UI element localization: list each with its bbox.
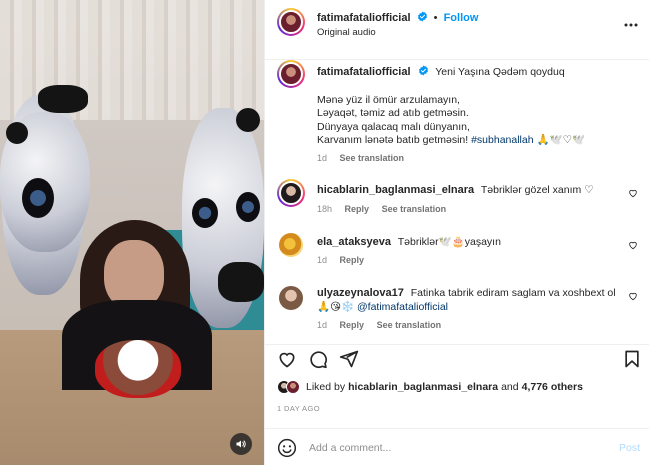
comment-meta: 18h Reply See translation <box>317 204 456 214</box>
comment-username[interactable]: hicablarin_baglanmasi_elnara <box>317 184 474 196</box>
panda-paw-right <box>218 262 264 302</box>
header-name-row: fatimafataliofficial • Follow <box>317 11 478 24</box>
post-comment-button[interactable]: Post <box>619 442 640 454</box>
comment-text: Təbriklər gözel xanım ♡ <box>480 184 594 196</box>
emoji-icon[interactable] <box>277 438 297 458</box>
comment-see-translation[interactable]: See translation <box>382 204 447 214</box>
post-header: fatimafataliofficial • Follow Original a… <box>265 0 649 60</box>
panda-bow <box>38 85 88 113</box>
comment-avatar[interactable] <box>277 179 305 207</box>
original-audio-link[interactable]: Original audio <box>317 27 376 38</box>
comment-like-heart-icon[interactable] <box>628 188 638 198</box>
post-video[interactable] <box>0 0 264 465</box>
mention-link[interactable]: @fatimafataliofficial <box>357 301 448 313</box>
comment-meta: 1d Reply See translation <box>317 320 451 330</box>
comment-text: Təbriklər🕊️🎂yaşayın <box>397 236 501 248</box>
caption-line-4: Karvanım lənətə batıb getməsin! <box>317 134 469 146</box>
author-avatar[interactable] <box>277 8 305 36</box>
comment-username[interactable]: ela_ataksyeva <box>317 236 391 248</box>
bookmark-icon[interactable] <box>622 349 642 369</box>
caption-text: fatimafataliofficial Yeni Yaşına Qədəm q… <box>317 65 610 148</box>
liker-avatar <box>286 380 300 394</box>
post-timestamp[interactable]: 1 DAY AGO <box>277 404 320 413</box>
comment-avatar[interactable] <box>279 286 303 310</box>
caption-title: Yeni Yaşına Qədəm qoyduq <box>435 66 565 78</box>
mute-button[interactable] <box>230 433 252 455</box>
caption-line-3: Dünyaya qalacaq malı dünyanın, <box>317 120 470 133</box>
comment-meta: 1d Reply <box>317 255 374 265</box>
caption-line-4-row: Karvanım lənətə batıb getməsin! #subhana… <box>317 134 610 148</box>
comment-age[interactable]: 18h <box>317 204 332 214</box>
author-username[interactable]: fatimafataliofficial <box>317 12 411 24</box>
action-bar <box>265 344 649 372</box>
post-details-panel: fatimafataliofficial • Follow Original a… <box>264 0 649 465</box>
comment-username[interactable]: ulyazeynalova17 <box>317 287 404 299</box>
panda-ear-right <box>236 108 260 132</box>
verified-icon <box>417 11 427 22</box>
comment-text-block: ulyazeynalova17 Fatinka tabrik ediram sa… <box>317 287 616 314</box>
share-icon[interactable] <box>339 349 359 369</box>
panda-eye-left <box>22 178 54 218</box>
likes-prefix: Liked by <box>306 381 346 393</box>
likes-summary: Liked by hicablarin_baglanmasi_elnara an… <box>277 378 583 396</box>
comment-text-row: hicablarin_baglanmasi_elnara Təbriklər g… <box>317 184 610 198</box>
comment-like-heart-icon[interactable] <box>628 291 638 301</box>
likes-and: and <box>501 381 519 393</box>
add-comment-input[interactable] <box>309 439 589 457</box>
comment-reply-button[interactable]: Reply <box>345 204 370 214</box>
comment-composer: Post <box>265 428 649 465</box>
follow-button[interactable]: Follow <box>444 12 479 24</box>
caption-age[interactable]: 1d <box>317 153 327 163</box>
birthday-cake <box>95 340 181 398</box>
header-separator: • <box>433 12 438 24</box>
comment-see-translation[interactable]: See translation <box>377 320 442 330</box>
likes-others-link[interactable]: 4,776 others <box>522 381 583 393</box>
comment-emojis: 🙏😘❄️ <box>317 300 355 313</box>
likes-user-link[interactable]: hicablarin_baglanmasi_elnara <box>348 381 498 393</box>
volume-muted-icon <box>236 440 246 448</box>
comment-reply-button[interactable]: Reply <box>340 255 365 265</box>
caption-see-translation[interactable]: See translation <box>340 153 405 163</box>
comment-text-row: ela_ataksyeva Təbriklər🕊️🎂yaşayın <box>317 236 610 250</box>
caption-meta: 1d See translation <box>317 153 414 163</box>
comment-age[interactable]: 1d <box>317 255 327 265</box>
comment-text: Fatinka tabrik ediram saglam va xoshbext… <box>410 287 616 299</box>
comment-icon[interactable] <box>308 349 328 369</box>
caption-username[interactable]: fatimafataliofficial <box>317 66 411 78</box>
caption-line-2: Ləyaqət, təmiz ad atıb getməsin. <box>317 107 469 119</box>
caption-avatar[interactable] <box>277 60 305 88</box>
heart-icon[interactable] <box>277 349 297 369</box>
comment-age[interactable]: 1d <box>317 320 327 330</box>
comment-reply-button[interactable]: Reply <box>340 320 365 330</box>
comment-like-heart-icon[interactable] <box>628 240 638 250</box>
panda-eye-right-2 <box>236 192 260 222</box>
comments-list[interactable]: fatimafataliofficial Yeni Yaşına Qədəm q… <box>265 60 649 344</box>
caption-line-1: Mənə yüz il ömür arzulamayın, <box>317 93 460 106</box>
verified-icon <box>418 65 428 76</box>
panda-ear-left <box>6 122 28 144</box>
instagram-post-modal: fatimafataliofficial • Follow Original a… <box>0 0 649 465</box>
hashtag-link[interactable]: #subhanallah <box>471 134 533 146</box>
comment-avatar[interactable] <box>279 233 303 257</box>
caption-emojis: 🙏🕊️♡🕊️ <box>536 134 586 146</box>
more-options-icon[interactable] <box>624 14 638 30</box>
